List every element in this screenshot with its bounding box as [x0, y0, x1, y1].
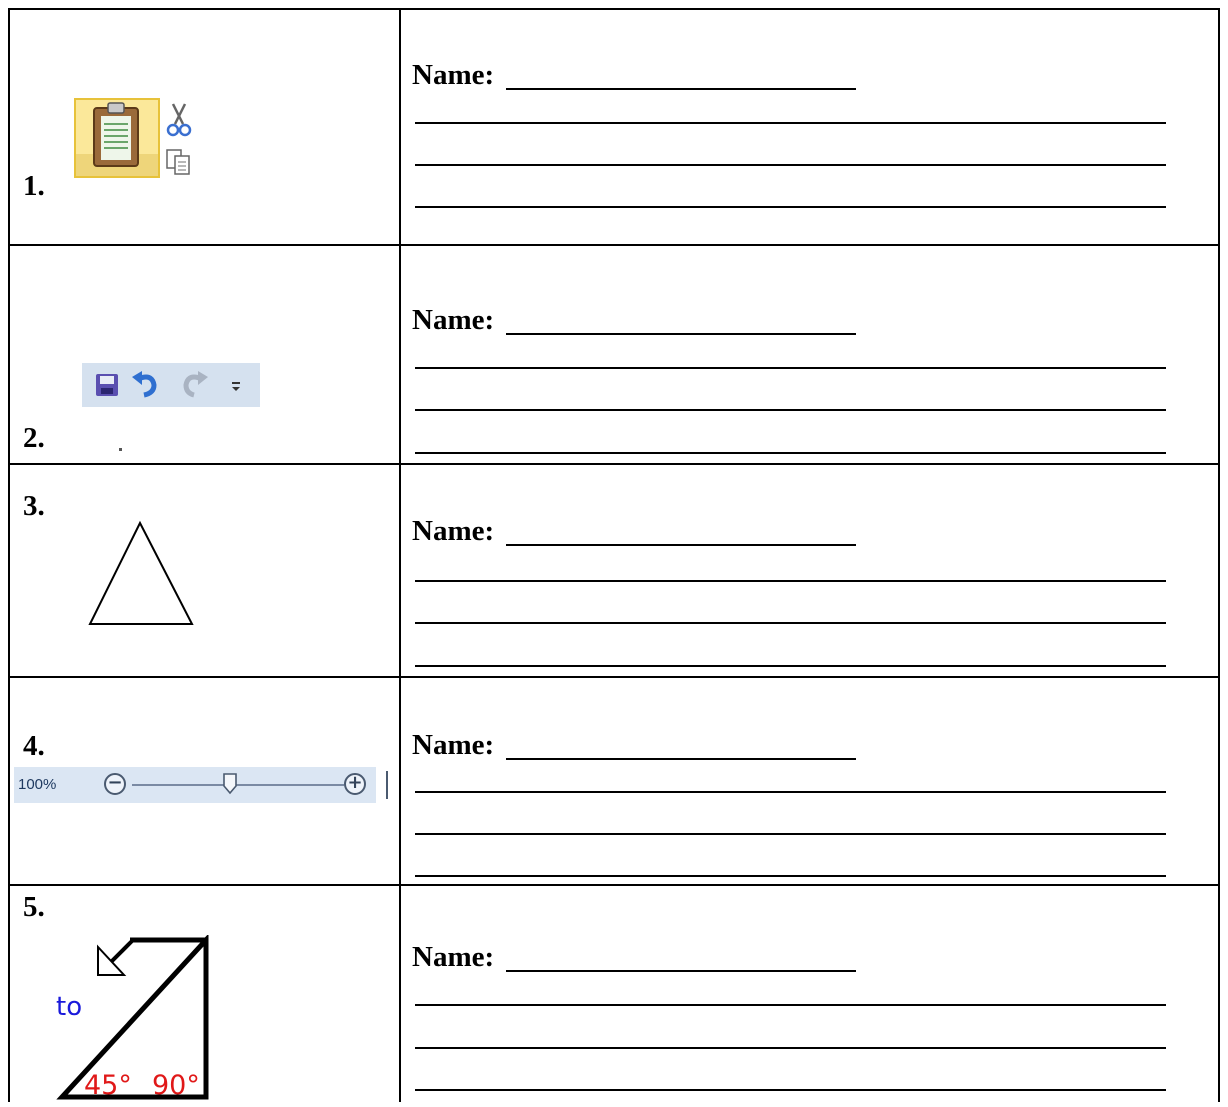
name-label: Name: — [412, 515, 495, 547]
name-field-5: Name: — [412, 941, 857, 973]
name-field-1: Name: — [412, 59, 857, 91]
zoom-level-label: 100% — [18, 776, 57, 793]
answer-line[interactable] — [415, 833, 1166, 835]
cut-scissors-icon — [166, 103, 192, 137]
rotate-arrow-icon — [97, 939, 134, 976]
worksheet-table: 1. Name: 2. Name: 3. Name: 4. 100% − + N… — [0, 0, 1228, 1102]
row-number: 5. — [23, 891, 45, 923]
answer-line[interactable] — [415, 791, 1166, 793]
answer-line[interactable] — [415, 1089, 1166, 1091]
name-field-4: Name: — [412, 729, 857, 761]
name-field-2: Name: — [412, 304, 857, 336]
answer-line[interactable] — [415, 452, 1166, 454]
name-label: Name: — [412, 304, 495, 336]
name-blank[interactable] — [506, 307, 857, 335]
answer-line[interactable] — [415, 665, 1166, 667]
paste-clipboard-icon — [74, 98, 206, 185]
angle-45-label: 45° — [84, 1070, 132, 1101]
redo-icon — [183, 371, 208, 398]
answer-line[interactable] — [415, 875, 1166, 877]
zoom-in-button[interactable]: + — [344, 773, 366, 795]
row-number: 1. — [23, 170, 45, 202]
row-divider-3 — [8, 676, 1220, 678]
name-label: Name: — [412, 59, 495, 91]
name-label: Name: — [412, 941, 495, 973]
table-border-right — [1218, 8, 1220, 1102]
zoom-out-button[interactable]: − — [104, 773, 126, 795]
name-label: Name: — [412, 729, 495, 761]
row-divider-4 — [8, 884, 1220, 886]
answer-line[interactable] — [415, 622, 1166, 624]
row-number: 4. — [23, 730, 45, 762]
zoom-track[interactable] — [132, 784, 344, 786]
quick-access-toolbar — [82, 363, 260, 407]
row-number: 2. — [23, 422, 45, 454]
name-blank[interactable] — [506, 732, 857, 760]
answer-line[interactable] — [415, 580, 1166, 582]
zoom-separator — [386, 771, 388, 799]
name-blank[interactable] — [506, 518, 857, 546]
triangle-shape-icon — [86, 520, 198, 633]
rotate-figure: to 45° 90° — [50, 933, 220, 1102]
answer-line[interactable] — [415, 206, 1166, 208]
answer-line[interactable] — [415, 367, 1166, 369]
zoom-slider: 100% − + — [14, 767, 388, 803]
table-border-left — [8, 8, 10, 1102]
answer-line[interactable] — [415, 164, 1166, 166]
answer-line[interactable] — [415, 122, 1166, 124]
zoom-thumb[interactable] — [222, 772, 238, 796]
row-number: 3. — [23, 490, 45, 522]
customize-toolbar-dropdown-icon[interactable] — [232, 382, 240, 391]
copy-icon — [166, 149, 190, 175]
name-blank[interactable] — [506, 62, 857, 90]
table-border-top — [8, 8, 1220, 10]
angle-90-label: 90° — [152, 1070, 200, 1101]
answer-line[interactable] — [415, 1047, 1166, 1049]
row-divider-1 — [8, 244, 1220, 246]
table-divider — [399, 8, 401, 1102]
name-field-3: Name: — [412, 515, 857, 547]
stray-dot — [119, 448, 122, 451]
answer-line[interactable] — [415, 1004, 1166, 1006]
row-divider-2 — [8, 463, 1220, 465]
undo-icon — [132, 371, 157, 398]
save-icon — [96, 374, 118, 396]
answer-line[interactable] — [415, 409, 1166, 411]
name-blank[interactable] — [506, 944, 857, 972]
rotate-word: to — [56, 992, 82, 1022]
